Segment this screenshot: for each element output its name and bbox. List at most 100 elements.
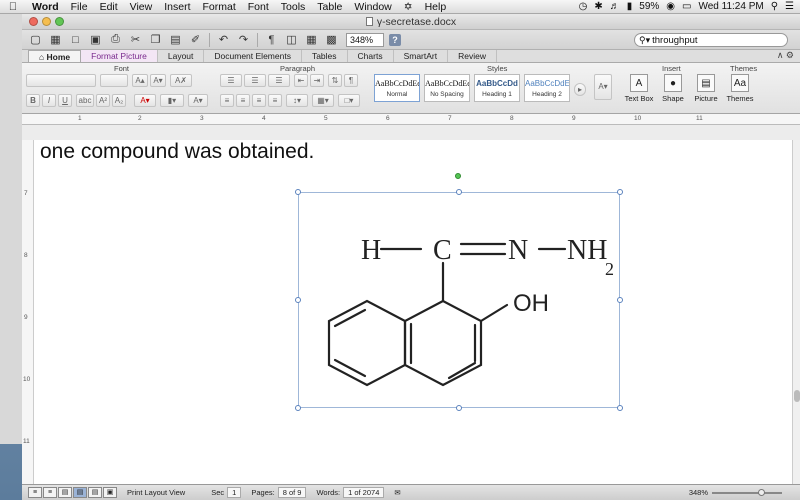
subscript-icon[interactable]: A₂	[112, 94, 126, 107]
apple-icon[interactable]: 	[0, 1, 26, 13]
tab-tables[interactable]: Tables	[302, 50, 348, 62]
print-layout-view-icon[interactable]: ▤	[73, 487, 87, 498]
decrease-indent-icon[interactable]: ⇤	[294, 74, 308, 87]
sidebar-toggle-icon[interactable]: ◫	[282, 32, 301, 48]
tab-document-elements[interactable]: Document Elements	[204, 50, 302, 62]
menu-window[interactable]: Window	[348, 1, 397, 13]
align-center-icon[interactable]: ≡	[236, 94, 250, 107]
search-field[interactable]: ⚲▾ throughput	[634, 33, 788, 47]
document-text-line[interactable]: one compound was obtained.	[40, 140, 314, 164]
vertical-ruler[interactable]: 7 8 9 10 11	[22, 140, 34, 484]
open-icon[interactable]: □	[66, 32, 85, 48]
styles-scroll-icon[interactable]: ▸	[574, 83, 586, 96]
bold-icon[interactable]: B	[26, 94, 40, 107]
strikethrough-icon[interactable]: abc	[76, 94, 94, 107]
menu-app-word[interactable]: Word	[26, 1, 65, 13]
vertical-scrollbar[interactable]	[792, 140, 800, 484]
increase-indent-icon[interactable]: ⇥	[310, 74, 324, 87]
resize-handle-bottom[interactable]	[456, 405, 462, 411]
resize-handle-right[interactable]	[617, 297, 623, 303]
scrollbar-thumb[interactable]	[794, 390, 800, 402]
tab-review[interactable]: Review	[448, 50, 497, 62]
zoom-field[interactable]: 348%	[346, 32, 384, 47]
italic-icon[interactable]: I	[42, 94, 56, 107]
styles-pane-icon[interactable]: A▾	[594, 74, 612, 100]
bluetooth-icon[interactable]: ✱	[594, 1, 602, 12]
selected-picture[interactable]: H C N NH 2 OH	[295, 173, 623, 411]
print-icon[interactable]: ⎙	[106, 32, 125, 48]
show-marks-icon[interactable]: ¶	[344, 74, 358, 87]
help-icon[interactable]: ?	[389, 33, 401, 46]
gallery-icon[interactable]: ▦	[302, 32, 321, 48]
menu-table[interactable]: Table	[311, 1, 348, 13]
new-document-icon[interactable]: ▢	[26, 32, 45, 48]
style-no-spacing[interactable]: AaBbCcDdEe No Spacing	[424, 74, 470, 102]
tab-charts[interactable]: Charts	[348, 50, 394, 62]
insert-text-box-button[interactable]: A Text Box	[622, 74, 656, 103]
grow-font-icon[interactable]: A▴	[132, 74, 148, 87]
menu-view[interactable]: View	[124, 1, 159, 13]
style-normal[interactable]: AaBbCcDdEe Normal	[374, 74, 420, 102]
resize-handle-bottom-left[interactable]	[295, 405, 301, 411]
font-name-dropdown[interactable]	[26, 74, 96, 87]
align-right-icon[interactable]: ≡	[252, 94, 266, 107]
text-effects-icon[interactable]: A▾	[188, 94, 208, 107]
tab-home[interactable]: ⌂ Home	[28, 50, 82, 62]
font-size-dropdown[interactable]	[100, 74, 128, 87]
airplay-icon[interactable]: ▭	[682, 1, 691, 12]
justify-icon[interactable]: ≡	[268, 94, 282, 107]
align-left-icon[interactable]: ≡	[220, 94, 234, 107]
borders-icon[interactable]: □▾	[338, 94, 360, 107]
shrink-font-icon[interactable]: A▾	[150, 74, 166, 87]
clear-format-icon[interactable]: A✗	[170, 74, 192, 87]
themes-button[interactable]: Aa Themes	[724, 74, 756, 103]
zoom-slider-knob[interactable]	[758, 488, 765, 496]
underline-icon[interactable]: U	[58, 94, 72, 107]
battery-icon[interactable]: ▮	[627, 1, 633, 12]
spotlight-icon[interactable]: ⚲	[771, 1, 778, 12]
menu-help[interactable]: Help	[419, 1, 453, 13]
numbering-icon[interactable]: ☰	[244, 74, 266, 87]
resize-handle-top-left[interactable]	[295, 189, 301, 195]
superscript-icon[interactable]: A²	[96, 94, 110, 107]
redo-icon[interactable]: ↷	[234, 32, 253, 48]
insert-picture-button[interactable]: ▤ Picture	[690, 74, 722, 103]
script-menu-icon[interactable]: ✡	[398, 1, 419, 13]
resize-handle-top-right[interactable]	[617, 189, 623, 195]
menu-font[interactable]: Font	[242, 1, 275, 13]
format-painter-icon[interactable]: ✐	[186, 32, 205, 48]
menu-insert[interactable]: Insert	[158, 1, 196, 13]
copy-icon[interactable]: ❐	[146, 32, 165, 48]
zoom-slider[interactable]	[712, 488, 782, 496]
cut-icon[interactable]: ✂	[126, 32, 145, 48]
sort-icon[interactable]: ⇅	[328, 74, 342, 87]
ribbon-options-icon[interactable]: ∧ ⚙	[777, 50, 794, 61]
horizontal-ruler[interactable]: 1 2 3 4 5 6 7 8 9 10 11	[22, 114, 800, 125]
menu-file[interactable]: File	[65, 1, 94, 13]
font-color-icon[interactable]: A▾	[134, 94, 156, 107]
menu-edit[interactable]: Edit	[94, 1, 124, 13]
highlight-icon[interactable]: ▮▾	[160, 94, 184, 107]
search-input[interactable]: throughput	[652, 35, 697, 46]
undo-icon[interactable]: ↶	[214, 32, 233, 48]
pilcrow-icon[interactable]: ¶	[262, 32, 281, 48]
menu-tools[interactable]: Tools	[275, 1, 312, 13]
volume-icon[interactable]: ♬	[610, 1, 620, 12]
outline-view-icon[interactable]: ≡	[43, 487, 57, 498]
notifications-icon[interactable]: ☰	[785, 1, 794, 12]
style-heading-1[interactable]: AaBbCcDd Heading 1	[474, 74, 520, 102]
shading-icon[interactable]: ▦▾	[312, 94, 334, 107]
resize-handle-left[interactable]	[295, 297, 301, 303]
tab-format-picture[interactable]: Format Picture	[81, 50, 158, 62]
clock[interactable]: Wed 11:24 PM	[698, 1, 763, 12]
line-spacing-icon[interactable]: ↕▾	[286, 94, 308, 107]
templates-icon[interactable]: ▦	[46, 32, 65, 48]
notebook-view-icon[interactable]: ▤	[88, 487, 102, 498]
rotation-handle[interactable]	[455, 173, 461, 179]
time-machine-icon[interactable]: ◷	[579, 1, 588, 12]
tab-smartart[interactable]: SmartArt	[394, 50, 449, 62]
bullets-icon[interactable]: ☰	[220, 74, 242, 87]
publishing-view-icon[interactable]: ▤	[58, 487, 72, 498]
draft-view-icon[interactable]: ≡	[28, 487, 42, 498]
paste-icon[interactable]: ▤	[166, 32, 185, 48]
